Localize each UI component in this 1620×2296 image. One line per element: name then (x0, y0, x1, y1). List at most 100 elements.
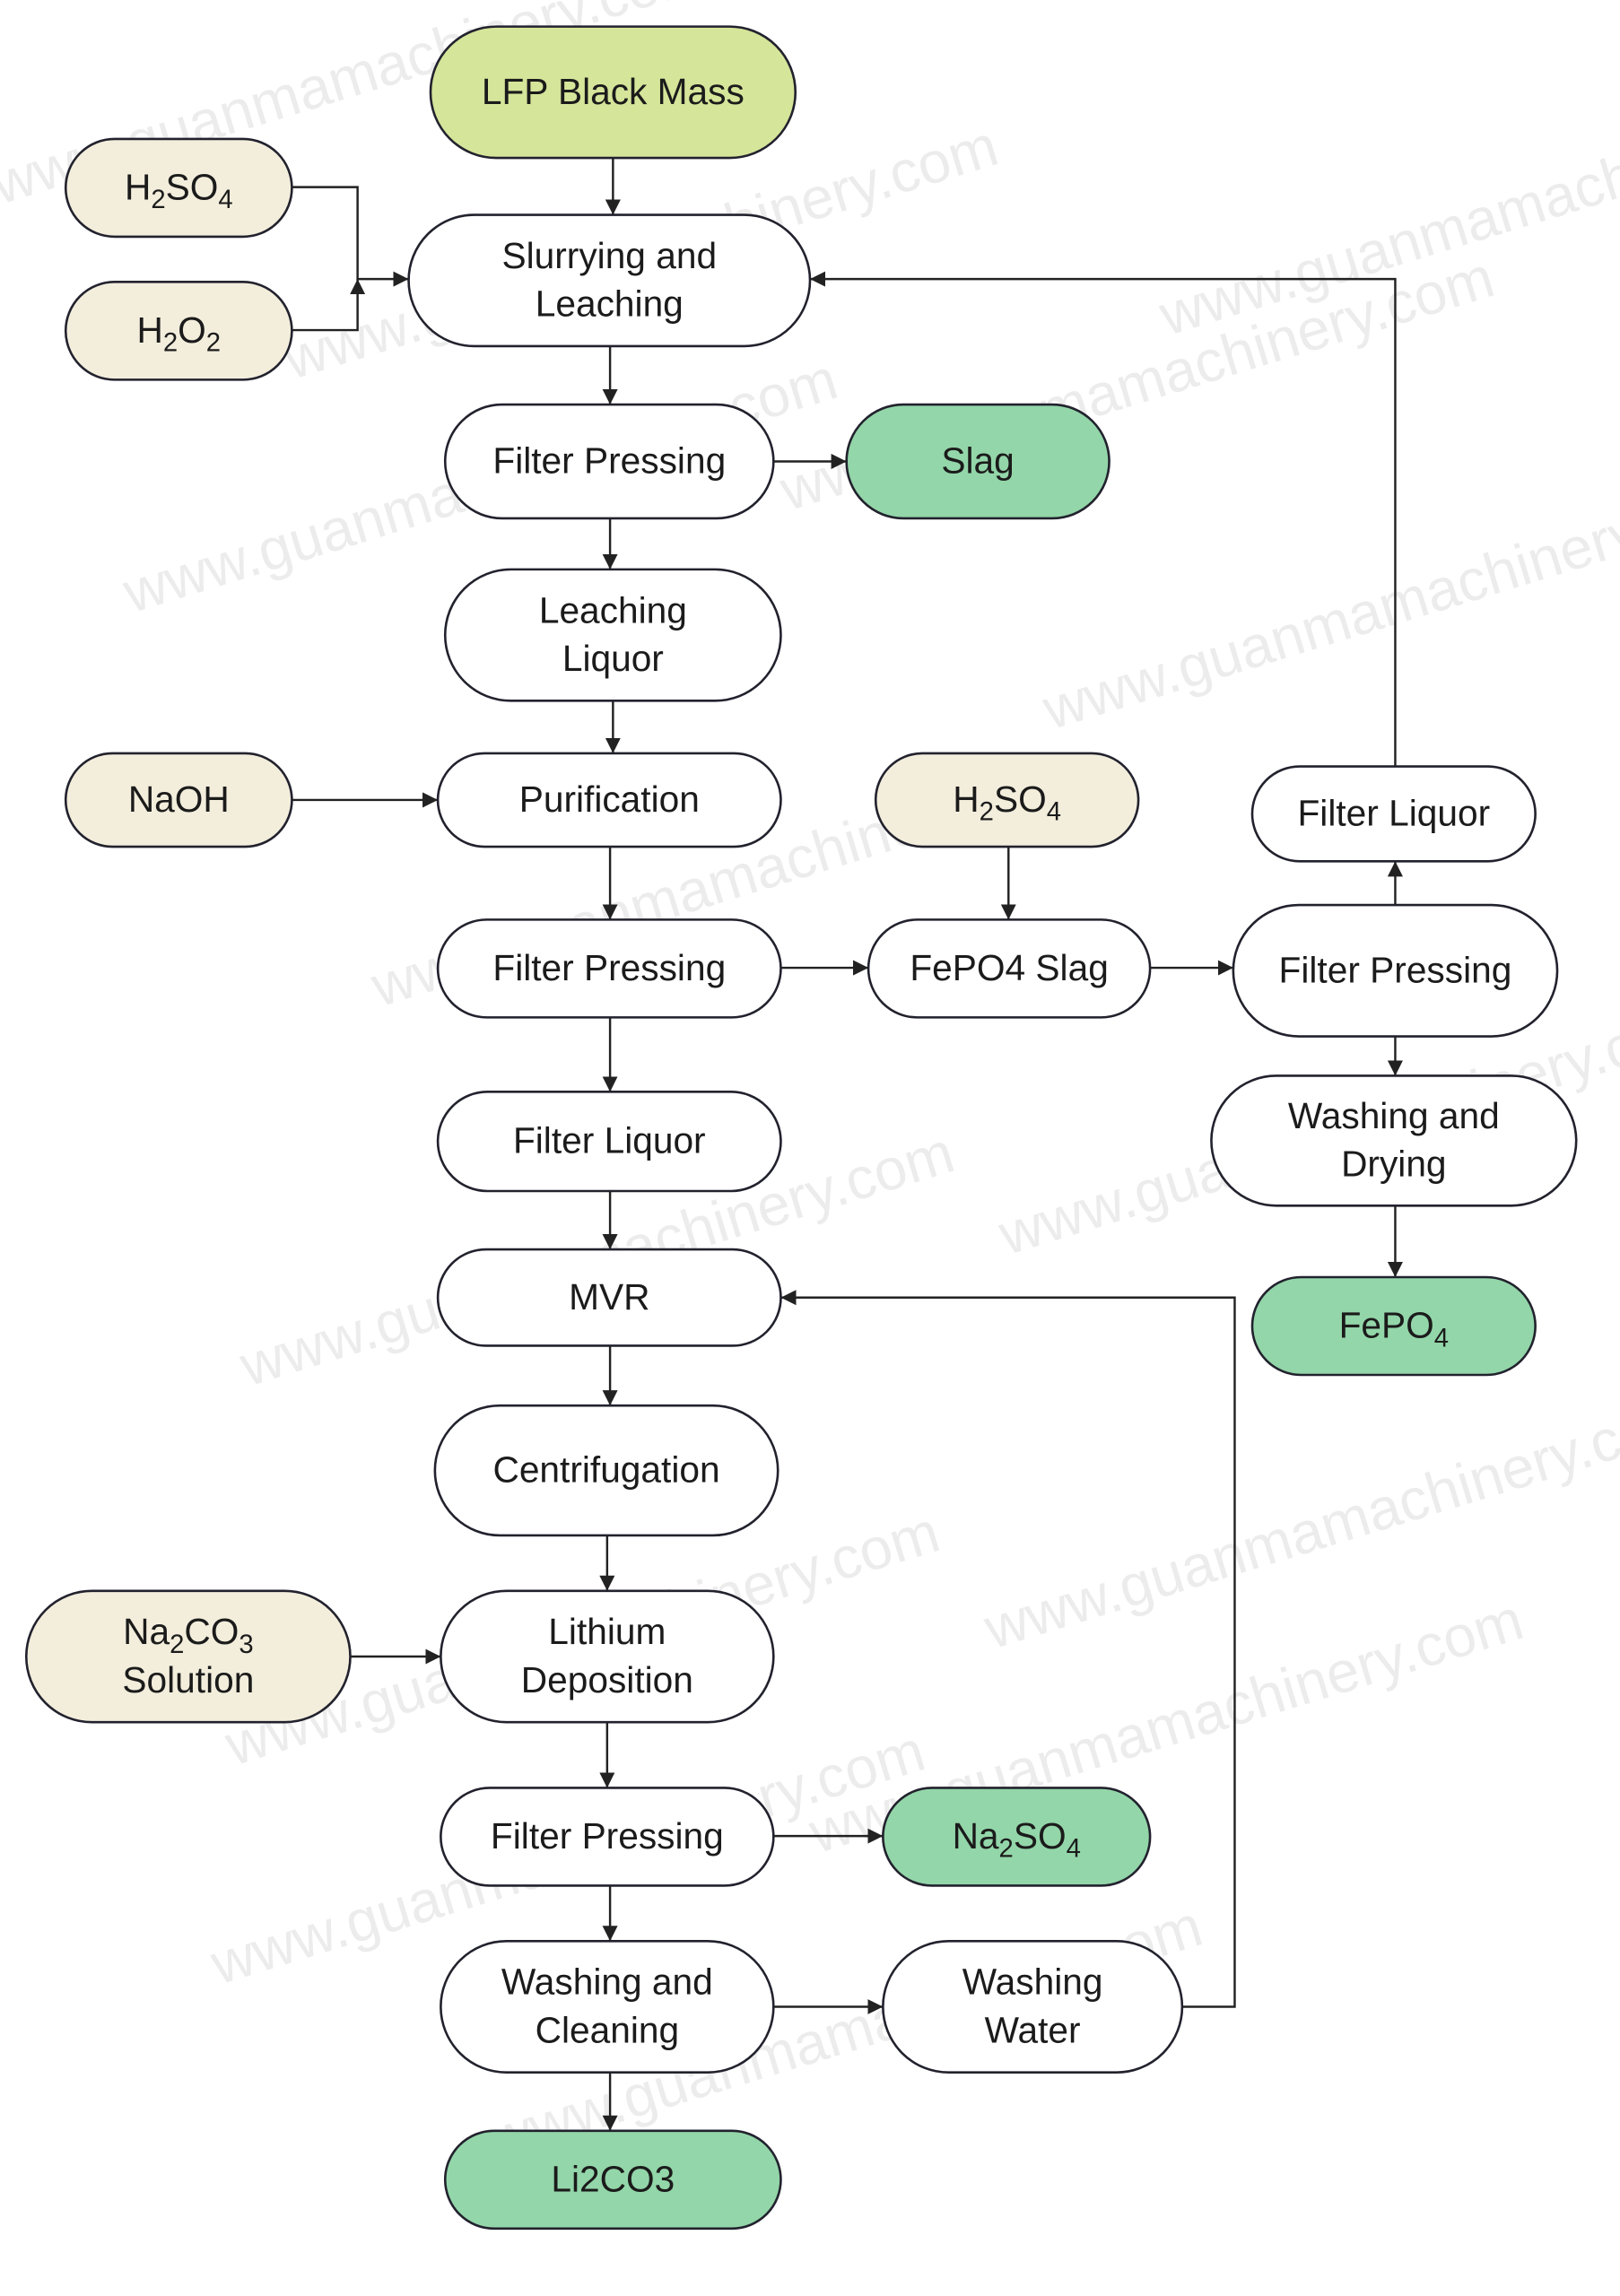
node-label: Filter Pressing (491, 1815, 724, 1857)
label-text: Filter Pressing (492, 947, 726, 988)
node-washwater: Washing Water (882, 1939, 1184, 2074)
label-text: Lithium (548, 1611, 666, 1652)
label-text: SO (994, 778, 1047, 820)
node-label: Deposition (521, 1659, 693, 1700)
node-label: LFP Black Mass (482, 71, 745, 112)
node-label: H2​SO4​ (953, 778, 1061, 827)
node-label: FePO4​ (1339, 1305, 1449, 1353)
node-fpr: Filter Pressing (1232, 903, 1559, 1038)
label-text: MVR (569, 1276, 649, 1318)
label-text: SO (166, 166, 219, 207)
label-text: Leaching (539, 589, 687, 631)
node-lidep: Lithium Deposition (440, 1589, 775, 1724)
label-text: CO (184, 1611, 239, 1652)
label-text: Slurrying and (502, 235, 718, 276)
process-flow-diagram: www.guanmamachinery.com www.guanmamachine… (0, 0, 1620, 2231)
label-subscript: 2 (170, 1630, 184, 1659)
node-washdry: Washing and Drying (1210, 1074, 1578, 1207)
node-label: Drying (1341, 1144, 1446, 1185)
node-washclean: Washing and Cleaning (440, 1939, 775, 2074)
node-label: Filter Pressing (492, 947, 726, 988)
label-subscript: 2 (206, 328, 221, 358)
node-h2so4a: H2​SO4​ (64, 137, 293, 239)
label-subscript: 2 (151, 185, 165, 214)
arrow-h2so4a-to-slurry (292, 186, 409, 287)
label-subscript: 4 (1067, 1834, 1081, 1864)
node-purif: Purification (436, 752, 782, 848)
node-label: Leaching (539, 589, 687, 631)
node-fp1: Filter Pressing (443, 403, 775, 520)
label-text: FePO (1339, 1305, 1434, 1346)
node-label: Centrifugation (492, 1449, 719, 1491)
node-li2co3: Li2CO3 (443, 2129, 782, 2231)
node-naoh: NaOH (64, 752, 293, 848)
label-subscript: 4 (1434, 1323, 1449, 1352)
node-label: NaOH (128, 778, 230, 820)
label-text: Water (985, 2009, 1081, 2050)
node-h2so4b: H2​SO4​ (874, 752, 1140, 848)
label-text: Slag (941, 439, 1014, 481)
node-fepo4: FePO4​ (1250, 1275, 1537, 1377)
label-text: O (178, 309, 206, 351)
label-text: Filter Liquor (1297, 792, 1490, 833)
node-h2o2: H2​O2​ (64, 281, 293, 381)
label-text: Filter Pressing (1279, 949, 1512, 990)
node-fl: Filter Liquor (436, 1091, 782, 1193)
flowchart: www.guanmamachinery.com www.guanmamachine… (0, 0, 1620, 2296)
node-label: Washing and (1288, 1095, 1500, 1136)
node-label: H2​SO4​ (125, 166, 233, 214)
label-text: Filter Pressing (492, 439, 726, 481)
label-text: H (953, 778, 979, 820)
node-label: Washing and (501, 1961, 713, 2003)
label-text: Washing (962, 1961, 1103, 2003)
label-subscript: 2 (163, 328, 178, 358)
node-leachliq: Leaching Liquor (443, 568, 782, 702)
watermark-text: www.guanmamachinery.com (1034, 463, 1620, 743)
node-label: Purification (519, 778, 700, 820)
node-slag: Slag (845, 403, 1110, 520)
node-fp2: Filter Pressing (436, 918, 782, 1019)
node-slurry: Slurrying and Leaching (407, 213, 812, 348)
label-subscript: 3 (239, 1630, 253, 1659)
node-label: Filter Pressing (492, 439, 726, 481)
node-label: Solution (122, 1659, 254, 1700)
label-text: Purification (519, 778, 700, 820)
watermark-text: www.guanmamachinery.com (976, 1382, 1620, 1662)
label-text: LFP Black Mass (482, 71, 745, 112)
label-text: Cleaning (536, 2009, 679, 2050)
label-text: Li2CO3 (551, 2158, 675, 2199)
node-label: Filter Pressing (1279, 949, 1512, 990)
label-text: Drying (1341, 1144, 1446, 1185)
node-label: Na2​SO4​ (953, 1815, 1081, 1864)
node-label: Slurrying and (502, 235, 718, 276)
label-text: Filter Liquor (513, 1120, 706, 1161)
node-label: Na2​CO3​ (123, 1611, 254, 1659)
label-text: Liquor (562, 638, 664, 679)
label-text: Washing and (501, 1961, 713, 2003)
node-label: Liquor (562, 638, 664, 679)
node-na2so4: Na2​SO4​ (882, 1787, 1152, 1887)
label-text: Na (123, 1611, 170, 1652)
node-label: Washing (962, 1961, 1103, 2003)
label-text: Filter Pressing (491, 1815, 724, 1857)
node-label: Leaching (536, 283, 684, 325)
node-label: FePO4 Slag (910, 947, 1108, 988)
label-text: H (125, 166, 151, 207)
node-fepo4slag: FePO4 Slag (867, 918, 1152, 1019)
label-text: Leaching (536, 283, 684, 325)
node-mvr: MVR (436, 1248, 782, 1347)
label-text: H (137, 309, 163, 351)
label-text: SO (1014, 1815, 1067, 1857)
label-text: NaOH (128, 778, 230, 820)
node-na2co3: Na2​CO3​Solution (24, 1589, 352, 1724)
label-subscript: 4 (1047, 797, 1061, 827)
node-label: Slag (941, 439, 1014, 481)
label-subscript: 2 (980, 797, 994, 827)
label-subscript: 4 (218, 185, 232, 214)
node-lfp: LFP Black Mass (429, 25, 797, 160)
node-label: Filter Liquor (1297, 792, 1490, 833)
label-subscript: 2 (999, 1834, 1014, 1864)
label-text: FePO4 Slag (910, 947, 1108, 988)
node-fp3: Filter Pressing (440, 1787, 775, 1887)
label-text: Na (953, 1815, 999, 1857)
